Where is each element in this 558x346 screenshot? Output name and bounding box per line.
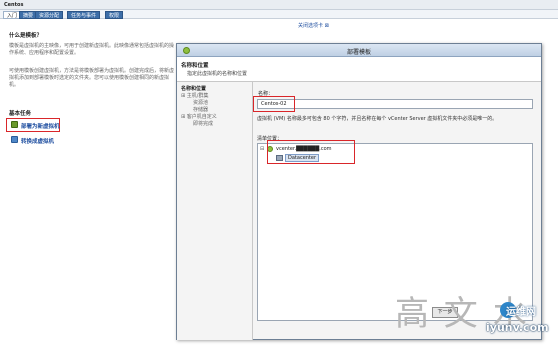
tree-highlight	[267, 140, 355, 164]
convert-to-vm-link[interactable]: 转换成虚拟机	[21, 137, 54, 145]
step-host-cluster[interactable]: ⊞ 主机/群集	[181, 93, 208, 99]
step-name-location[interactable]: 名称和位置	[181, 86, 206, 92]
tab-permissions[interactable]: 权限	[105, 11, 124, 19]
template-usage: 可使用模板创建虚拟机，方法是将模板部署为虚拟机。创建完成后，将新虚拟机添加到部署…	[9, 68, 175, 88]
name-highlight	[253, 96, 295, 112]
what-is-template-heading: 什么是模板？	[9, 33, 43, 39]
tab-resource-allocation[interactable]: 资源分配	[35, 11, 64, 19]
name-hint: 虚拟机 (VM) 名称最多可包含 80 个字符，并且名称在每个 vCenter …	[257, 116, 498, 122]
tree-collapse-toggle[interactable]: ⊟	[260, 146, 264, 152]
dialog-title: 部署模板	[346, 49, 371, 56]
convert-vm-icon	[11, 136, 18, 143]
step-description: 指定此虚拟机的名称和位置	[187, 71, 248, 77]
deploy-as-new-vm-link[interactable]: 部署为新虚拟机	[21, 122, 60, 130]
step-title: 名称和位置	[181, 63, 209, 69]
template-description: 模板是虚拟机的主映像，可用于创建新虚拟机。此映像通常包括虚拟机的操作系统、应用程…	[9, 43, 175, 56]
window-title: Centos	[4, 2, 24, 8]
step-storage[interactable]: 存储器	[193, 107, 208, 113]
watermark-url: iyunv.com	[486, 321, 549, 334]
tab-bar: 入门 摘要 资源分配 任务与事件 权限	[0, 10, 558, 19]
watermark-brand: 运维网	[506, 307, 536, 318]
close-tab-link[interactable]: 关闭选项卡 ⊠	[298, 22, 329, 29]
window-title-bar: Centos	[0, 0, 558, 10]
step-guest-customization[interactable]: ⊞ 客户机自定义	[181, 114, 217, 120]
dialog-title-bar: 部署模板	[177, 44, 541, 57]
dialog-header: 名称和位置 指定此虚拟机的名称和位置	[177, 57, 541, 82]
deploy-vm-icon	[11, 121, 18, 128]
step-resource-pool[interactable]: 资源池	[193, 100, 208, 106]
vm-name-input[interactable]: Centos-02	[257, 99, 533, 109]
tab-tasks-events[interactable]: 任务与事件	[67, 11, 101, 19]
wizard-steps: 名称和位置 ⊞ 主机/群集 资源池 存储器 ⊞ 客户机自定义 即将完成	[177, 82, 253, 340]
step-ready-to-complete[interactable]: 即将完成	[193, 121, 213, 127]
basic-tasks-heading: 基本任务	[9, 111, 32, 117]
